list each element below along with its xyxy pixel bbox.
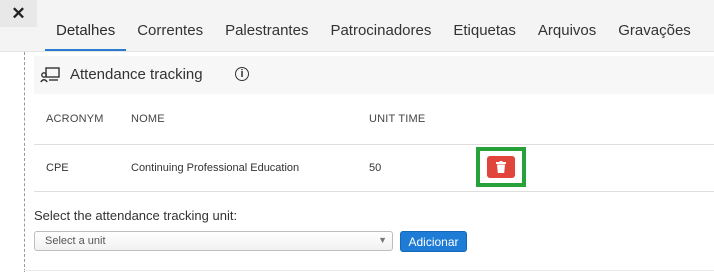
table-row: CPE Continuing Professional Education 50: [34, 145, 714, 192]
cell-unit-time: 50: [369, 162, 382, 174]
tab-gravacoes[interactable]: Gravações: [607, 15, 702, 49]
unit-select[interactable]: Select a unit ▼: [34, 231, 393, 251]
dashed-guide: [24, 52, 25, 272]
presentation-user-icon: [40, 67, 60, 83]
trash-icon: [496, 161, 506, 173]
column-header-unit-time: UNIT TIME: [369, 113, 426, 125]
column-header-acronym: ACRONYM: [46, 113, 104, 125]
select-unit-label: Select the attendance tracking unit:: [34, 208, 238, 223]
tab-detalhes[interactable]: Detalhes: [45, 15, 127, 51]
caret-down-icon: ▼: [378, 235, 387, 245]
delete-button[interactable]: [487, 156, 515, 178]
table-header: ACRONYM NOME UNIT TIME: [34, 94, 714, 145]
tab-arquivos[interactable]: Arquivos: [527, 15, 607, 49]
tab-correntes[interactable]: Correntes: [126, 15, 214, 49]
tab-etiquetas[interactable]: Etiquetas: [442, 15, 527, 49]
add-button[interactable]: Adicionar: [400, 231, 467, 252]
tab-bar: Detalhes Correntes Palestrantes Patrocin…: [45, 15, 702, 51]
tab-patrocinadores[interactable]: Patrocinadores: [319, 15, 442, 49]
cell-name: Continuing Professional Education: [131, 162, 300, 174]
close-button[interactable]: ✕: [0, 0, 37, 27]
column-header-nome: NOME: [131, 113, 165, 125]
highlight-box: [476, 147, 526, 187]
cell-acronym: CPE: [46, 162, 69, 174]
section-title: Attendance tracking: [70, 66, 203, 83]
tabs-divider: [0, 51, 714, 52]
info-icon[interactable]: i: [235, 67, 249, 81]
close-icon: ✕: [11, 3, 26, 23]
attendance-tracking-header: Attendance tracking i: [34, 56, 714, 94]
unit-select-placeholder: Select a unit: [45, 235, 106, 247]
modal-header: ✕ Detalhes Correntes Palestrantes Patroc…: [0, 0, 714, 52]
bottom-divider: [24, 270, 714, 271]
tab-palestrantes[interactable]: Palestrantes: [214, 15, 319, 49]
